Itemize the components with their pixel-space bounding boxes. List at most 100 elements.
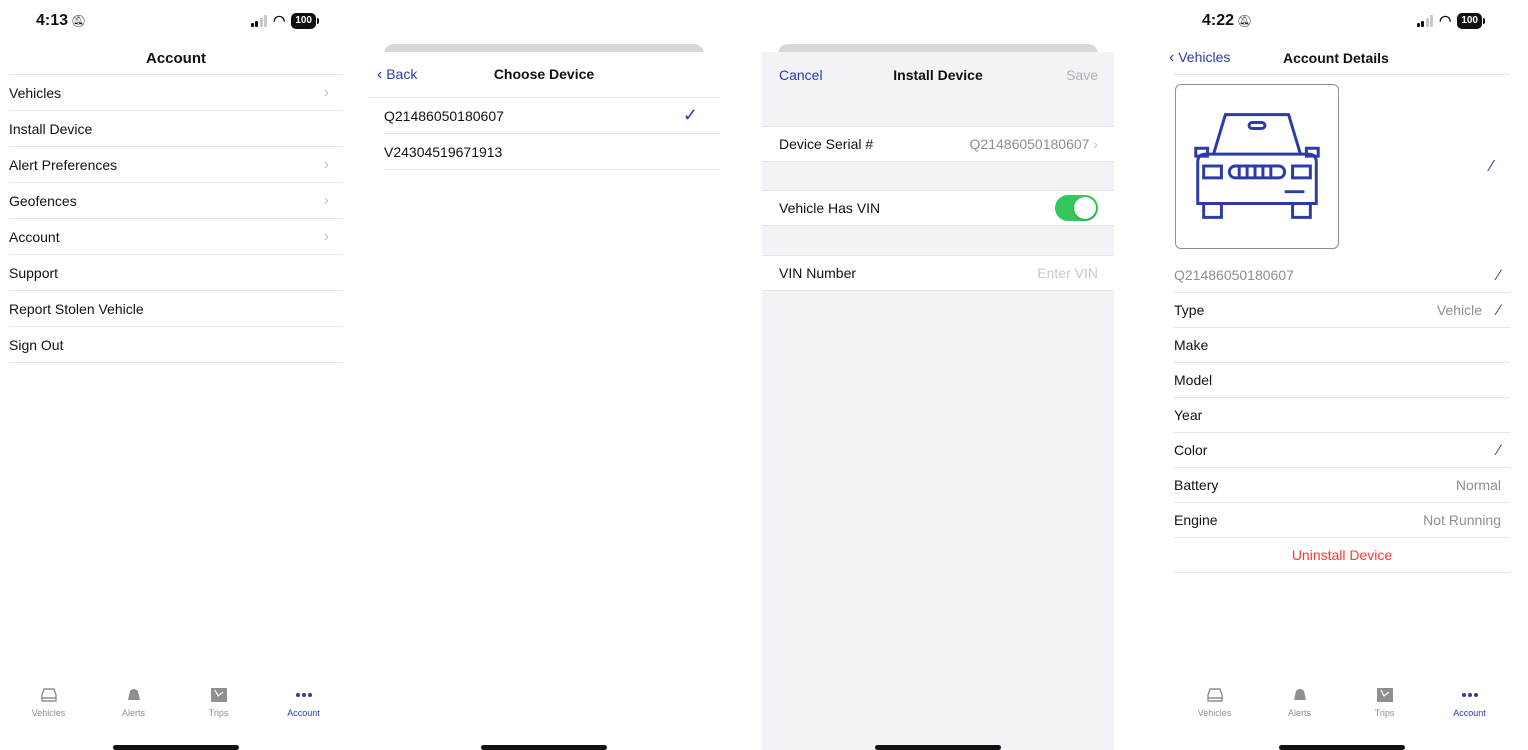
device-serial-row[interactable]: Device Serial # Q21486050180607 › [762, 126, 1114, 162]
uninstall-device-button[interactable]: Uninstall Device [1174, 538, 1510, 573]
battery-icon: 100 [291, 12, 319, 29]
tab-label: Alerts [1287, 708, 1311, 718]
status-bar: 4:22 🔕︎ ◠ 100 [1166, 0, 1518, 44]
bell-icon [127, 689, 140, 700]
tab-label: Alerts [121, 708, 145, 718]
list-item[interactable]: Alert Preferences › [9, 147, 343, 183]
tab-label: Trips [208, 708, 229, 718]
account-details-screen: 4:22🔕︎ ◠ 100 ‹ Vehicles Account Details [1166, 0, 1518, 750]
nav-bar: ‹ Back Choose Device [368, 52, 720, 98]
tab-account[interactable]: Account [1427, 686, 1512, 730]
list-item[interactable]: Install Device [9, 111, 343, 147]
tab-label: Vehicles [31, 708, 66, 718]
detail-row: Engine Not Running [1174, 503, 1510, 538]
tab-bar: Vehicles Alerts Trips Account [1166, 686, 1518, 730]
wifi-icon: ◠ [273, 12, 286, 28]
list-item[interactable]: Account › [9, 219, 343, 255]
detail-value: Not Running [1423, 512, 1501, 528]
vin-toggle[interactable] [1055, 195, 1098, 221]
device-serial-row: Q21486050180607 ∕ [1174, 258, 1510, 293]
chevron-right-icon: › [323, 191, 329, 209]
device-serial: Q21486050180607 [1174, 267, 1294, 283]
page-title: Account [146, 50, 206, 67]
detail-row[interactable]: Type Vehicle ∕ [1174, 293, 1510, 328]
device-serial: V24304519671913 [384, 143, 503, 160]
status-time: 4:13 🔕︎ [36, 12, 87, 29]
list-item[interactable]: Sign Out [9, 327, 343, 363]
list-item-label: Report Stolen Vehicle [9, 300, 144, 317]
chevron-right-icon: › [1093, 136, 1098, 152]
home-indicator [113, 745, 239, 750]
detail-label: Engine [1174, 512, 1218, 528]
detail-row: Make [1174, 328, 1510, 363]
edit-pencil-icon[interactable]: ∕ [1497, 442, 1500, 459]
vin-number-row: VIN Number Enter VIN [762, 255, 1114, 291]
back-label: Vehicles [1178, 49, 1231, 65]
signal-icon [1416, 14, 1434, 27]
tab-label: Account [287, 708, 320, 718]
back-button[interactable]: ‹ Vehicles [1169, 49, 1230, 67]
list-item[interactable]: Q21486050180607 ✓ [384, 98, 720, 134]
row-label: Vehicle Has VIN [779, 200, 881, 216]
tab-label: Account [1453, 708, 1486, 718]
battery-icon: 100 [1457, 12, 1485, 29]
tab-alerts[interactable]: Alerts [1257, 686, 1342, 730]
row-value: Q21486050180607 › [969, 136, 1098, 152]
detail-value: Vehicle [1436, 302, 1482, 318]
list-item[interactable]: Geofences › [9, 183, 343, 219]
list-item[interactable]: V24304519671913 [384, 134, 720, 170]
wifi-icon: ◠ [1439, 12, 1452, 28]
detail-row: Year [1174, 398, 1510, 433]
list-item-label: Account [9, 228, 60, 245]
device-serial: Q21486050180607 [384, 107, 504, 124]
vehicle-image[interactable] [1175, 84, 1339, 249]
detail-label: Year [1174, 407, 1203, 423]
detail-row[interactable]: Color ∕ [1174, 433, 1510, 468]
list-item-label: Install Device [9, 120, 93, 137]
home-indicator [875, 745, 1001, 750]
list-item[interactable]: Support [9, 255, 343, 291]
map-icon [210, 688, 227, 702]
vin-input[interactable]: Enter VIN [1037, 265, 1098, 281]
edit-image-icon[interactable]: ∕ [1490, 158, 1493, 176]
vehicle-has-vin-row: Vehicle Has VIN [762, 190, 1114, 226]
save-button[interactable]: Save [1066, 67, 1098, 83]
more-icon [295, 693, 312, 697]
list-item[interactable]: Vehicles › [9, 75, 343, 111]
nav-bar: Cancel Install Device Save [762, 52, 1114, 98]
tab-trips[interactable]: Trips [176, 686, 261, 730]
detail-value: Normal [1455, 477, 1501, 493]
list-item-label: Alert Preferences [9, 156, 118, 173]
tab-trips[interactable]: Trips [1342, 686, 1427, 730]
detail-label: Type [1174, 302, 1205, 318]
page-title: Install Device [893, 67, 983, 83]
tab-bar: Vehicles Alerts Trips Account [0, 686, 352, 730]
bell-icon [1293, 689, 1306, 700]
signal-icon [250, 14, 268, 27]
detail-label: Make [1174, 337, 1209, 353]
edit-pencil-icon[interactable]: ∕ [1497, 302, 1500, 319]
tab-label: Trips [1374, 708, 1395, 718]
tab-alerts[interactable]: Alerts [91, 686, 176, 730]
map-icon [1376, 688, 1393, 702]
status-bar: 4:13 🔕︎ ◠ 100 [0, 0, 352, 44]
tab-label: Vehicles [1197, 708, 1232, 718]
list-item-label: Sign Out [9, 336, 64, 353]
list-item[interactable]: Report Stolen Vehicle [9, 291, 343, 327]
page-title: Choose Device [493, 66, 595, 82]
chevron-right-icon: › [323, 227, 329, 245]
page-title: Account Details [1283, 50, 1389, 66]
edit-serial-icon[interactable]: ∕ [1497, 267, 1500, 284]
car-front-icon [1194, 113, 1320, 219]
home-indicator [1279, 745, 1405, 750]
car-icon [40, 688, 57, 702]
detail-label: Model [1174, 372, 1213, 388]
tab-vehicles[interactable]: Vehicles [1172, 686, 1257, 730]
tab-vehicles[interactable]: Vehicles [6, 686, 91, 730]
chevron-left-icon: ‹ [1169, 49, 1175, 66]
tab-account[interactable]: Account [261, 686, 346, 730]
install-device-screen: Cancel Install Device Save Device Serial… [762, 0, 1114, 750]
home-indicator [481, 745, 607, 750]
status-time: 4:22 🔕︎ [1202, 12, 1253, 29]
list-item-label: Support [9, 264, 59, 281]
